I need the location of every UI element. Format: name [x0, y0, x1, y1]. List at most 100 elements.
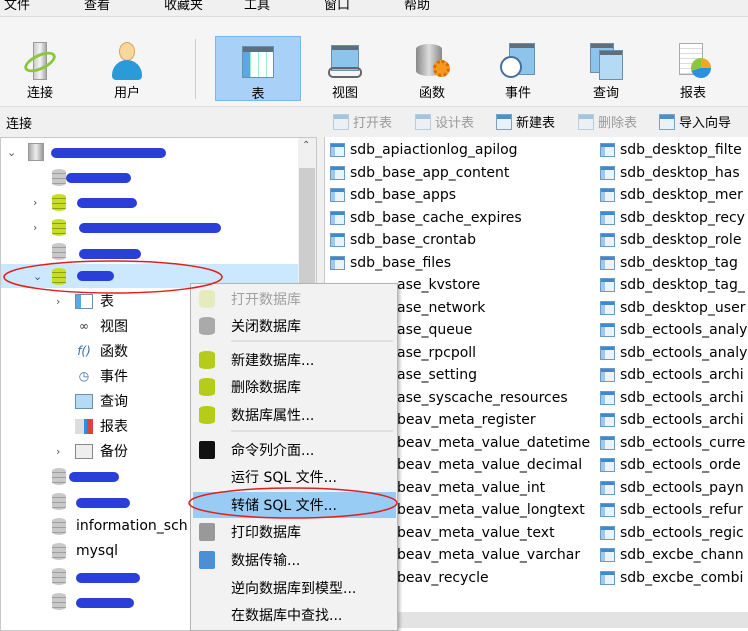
table-list-item[interactable]: sdb_excbe_chann [600, 544, 744, 566]
toolbar-function-button[interactable]: 函数 [389, 36, 475, 101]
menu-item-run-sql-file[interactable]: 运行 SQL 文件... [193, 464, 396, 490]
table-name: sdb_ectools_payn [620, 479, 744, 496]
table-list-item[interactable]: beav_meta_value_longtext [397, 499, 585, 521]
menu-item-delete-database[interactable]: 删除数据库 [193, 374, 396, 400]
chevron-right-icon[interactable]: › [56, 445, 60, 458]
table-list-item[interactable]: ase_queue [397, 319, 472, 341]
menu-item-print-database[interactable]: 打印数据库 [193, 519, 396, 545]
toolbar-query-button[interactable]: 查询 [563, 36, 649, 101]
table-list-item[interactable]: sdb_ectools_archi [600, 364, 744, 386]
table-list-item[interactable]: beav_meta_value_datetime [397, 432, 590, 454]
table-list-item[interactable]: ase_kvstore [397, 274, 480, 296]
toolbar-view-button[interactable]: 视图 [302, 36, 388, 101]
table-list-item[interactable]: ase_syscache_resources [397, 387, 568, 409]
toolbar-report-button[interactable]: 报表 [650, 36, 736, 101]
tree-db-node[interactable] [1, 165, 298, 189]
menu-item-close-database[interactable]: 关闭数据库 [193, 313, 396, 339]
table-list-item[interactable]: sdb_ectools_refur [600, 499, 743, 521]
menu-item-command-line[interactable]: 命令列介面... [193, 437, 396, 463]
menu-item-new-database[interactable]: 新建数据库... [193, 347, 396, 373]
menu-item-label: 删除数据库 [231, 380, 301, 396]
table-icon [600, 233, 615, 247]
table-list-item[interactable]: sdb_ectools_analy [600, 319, 747, 341]
chevron-right-icon[interactable]: › [33, 221, 37, 234]
table-list-item[interactable]: sdb_base_apps [330, 184, 456, 206]
table-name: sdb_base_crontab [350, 232, 476, 248]
menu-item-data-transfer[interactable]: 数据传输... [193, 547, 396, 573]
tree-db-node[interactable] [1, 239, 298, 263]
tree-db-node[interactable]: › [1, 215, 298, 239]
menu-favorites[interactable]: 收藏夹 [160, 0, 240, 13]
menu-file[interactable]: 文件 [0, 0, 80, 13]
menu-tools[interactable]: 工具 [240, 0, 320, 13]
table-icon [600, 323, 615, 337]
new-table-button[interactable]: 新建表 [496, 112, 555, 131]
table-list-item[interactable]: sdb_ectools_analy [600, 342, 747, 364]
table-list-item[interactable]: beav_meta_value_int [397, 477, 545, 499]
table-list-item[interactable]: sdb_apiactionlog_apilog [330, 139, 518, 161]
redacted-db-name [76, 573, 140, 583]
table-list-item[interactable]: sdb_desktop_filte [600, 139, 742, 161]
table-list-item[interactable]: sdb_ectools_payn [600, 477, 744, 499]
menu-item-label: 数据传输... [231, 553, 301, 569]
table-list-item[interactable]: sdb_desktop_mer [600, 184, 743, 206]
table-list-item[interactable]: sdb_desktop_tag [600, 252, 738, 274]
table-list-item[interactable]: sdb_ectools_archi [600, 409, 744, 431]
table-list-item[interactable]: sdb_ectools_orde [600, 454, 741, 476]
chevron-right-icon[interactable]: › [56, 295, 60, 308]
chevron-down-icon[interactable]: ⌄ [7, 146, 16, 159]
table-list-item[interactable]: beav_meta_register [397, 409, 536, 431]
table-list-item[interactable]: sdb_ectools_regic [600, 522, 744, 544]
chevron-right-icon[interactable]: › [33, 196, 37, 209]
table-list-item[interactable]: sdb_base_crontab [330, 229, 476, 251]
table-list-item[interactable]: sdb_excbe_combi [600, 567, 743, 589]
table-list-item[interactable]: beav_meta_value_decimal [397, 454, 582, 476]
design-table-button[interactable]: 设计表 [415, 112, 474, 131]
table-list-item[interactable]: sdb_desktop_user [600, 297, 745, 319]
menu-item-dump-sql-file[interactable]: 转储 SQL 文件... [193, 492, 396, 518]
import-wizard-icon [659, 113, 675, 130]
toolbar-event-button[interactable]: 事件 [475, 36, 561, 101]
table-icon [600, 503, 615, 517]
menu-item-find-in-database[interactable]: 在数据库中查找... [193, 602, 396, 628]
data-transfer-icon [199, 551, 215, 569]
table-list-item[interactable]: sdb_base_files [330, 252, 451, 274]
table-list-item[interactable]: ase_setting [397, 364, 477, 386]
table-name: sdb_excbe_combi [620, 569, 744, 586]
tree-connection-node[interactable]: ⌄ [1, 140, 298, 164]
table-list-item[interactable]: sdb_base_app_content [330, 162, 509, 184]
chevron-down-icon[interactable]: ⌄ [33, 270, 42, 283]
table-list-item[interactable]: sdb_desktop_recy [600, 207, 745, 229]
table-list-item[interactable]: sdb_ectools_archi [600, 387, 744, 409]
table-list-item[interactable]: beav_recycle [397, 567, 489, 589]
table-name: sdb_ectools_archi [620, 389, 744, 406]
scroll-up-icon[interactable]: ⌃ [302, 140, 310, 151]
tree-db-node[interactable]: › [1, 190, 298, 214]
redacted-db-name [76, 598, 134, 608]
table-list-item[interactable]: beav_meta_value_text [397, 522, 555, 544]
import-wizard-button[interactable]: 导入向导 [659, 112, 731, 131]
toolbar-user-button[interactable]: 用户 [84, 36, 170, 101]
table-list-item[interactable]: ase_network [397, 297, 485, 319]
table-list-item[interactable]: sdb_desktop_has [600, 162, 740, 184]
toolbar-table-button[interactable]: 表 [215, 36, 301, 102]
menu-item-reverse-to-model[interactable]: 逆向数据库到模型... [193, 575, 396, 601]
menu-window[interactable]: 窗口 [320, 0, 400, 13]
menu-help[interactable]: 帮助 [400, 0, 480, 13]
table-list-item[interactable]: beav_meta_value_varchar [397, 544, 580, 566]
table-list-item[interactable]: sdb_desktop_tag_ [600, 274, 745, 296]
delete-table-button[interactable]: 删除表 [578, 112, 637, 131]
table-list-item[interactable]: sdb_base_cache_expires [330, 207, 522, 229]
table-list-item[interactable]: ase_rpcpoll [397, 342, 476, 364]
table-list-item[interactable]: sdb_ectools_curre [600, 432, 745, 454]
table-list-item[interactable]: sdb_desktop_role [600, 229, 741, 251]
table-name: sdb_desktop_role [620, 232, 742, 248]
table-name: sdb_ectools_analy [620, 344, 748, 361]
database-closed-icon [52, 592, 66, 610]
toolbar-connection-button[interactable]: 连接 [0, 36, 83, 101]
open-table-button[interactable]: 打开表 [333, 112, 392, 131]
menu-view[interactable]: 查看 [80, 0, 160, 13]
menu-item-open-database[interactable]: 打开数据库 [193, 286, 396, 312]
menu-item-database-properties[interactable]: 数据库属性... [193, 402, 396, 428]
table-icon [239, 43, 277, 81]
